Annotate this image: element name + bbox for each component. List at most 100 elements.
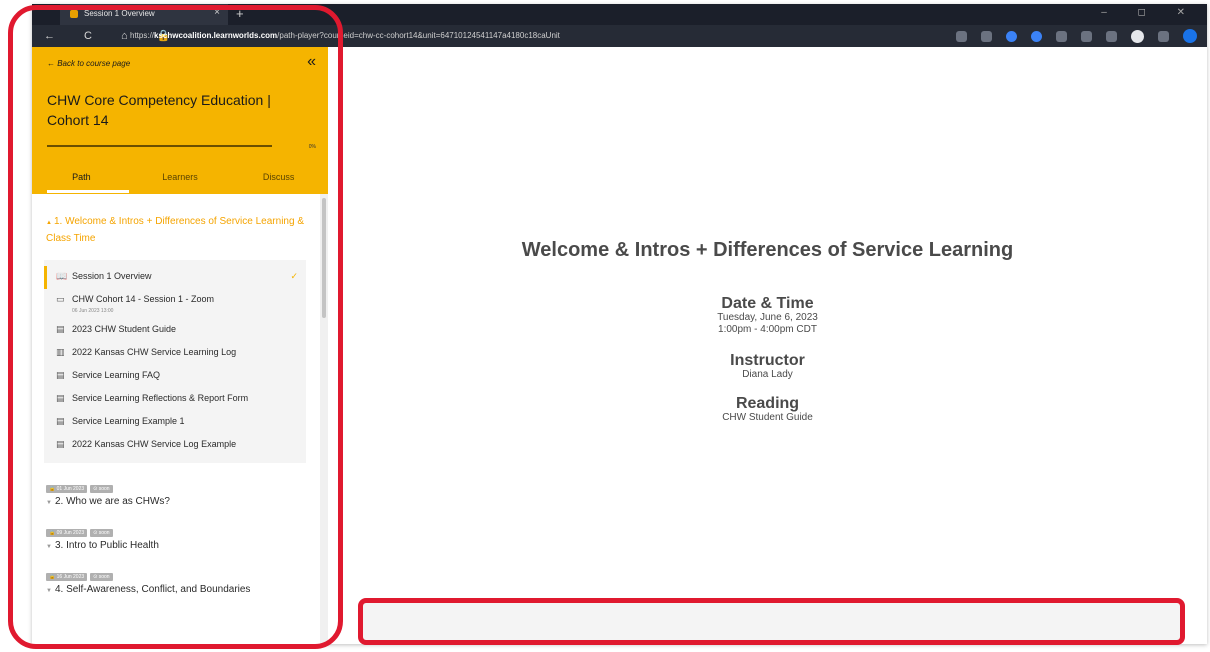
extension-icon[interactable] bbox=[1056, 30, 1067, 42]
sidebar-scrollbar[interactable] bbox=[320, 194, 328, 644]
reading-block: Reading CHW Student Guide bbox=[328, 395, 1207, 424]
date-time-block: Date & Time Tuesday, June 6, 2023 1:00pm… bbox=[328, 295, 1207, 336]
back-to-course-link[interactable]: ← Back to course page bbox=[47, 59, 313, 68]
instructor-label: Instructor bbox=[730, 352, 805, 369]
pdf-icon: ▤ bbox=[56, 324, 65, 334]
unit-content: Welcome & Intros + Differences of Servic… bbox=[328, 47, 1207, 644]
sidebar-tabs: Path Learners Discuss bbox=[32, 172, 328, 182]
extension-icons bbox=[956, 28, 1197, 44]
section-1-title-text: 1. Welcome & Intros + Differences of Ser… bbox=[46, 216, 304, 244]
section-4-title[interactable]: ▼ 4. Self-Awareness, Conflict, and Bounda… bbox=[46, 584, 306, 595]
section-1-items: 📖 Session 1 Overview ✓ ▭ CHW Cohort 14 - S… bbox=[44, 260, 306, 463]
profile-avatar[interactable] bbox=[1131, 29, 1144, 43]
item-label: CHW Cohort 14 - Session 1 - Zoom bbox=[72, 294, 215, 304]
more-icon[interactable] bbox=[1158, 30, 1169, 42]
list-item-zoom-session[interactable]: ▭ CHW Cohort 14 - Session 1 - Zoom 06 Jun… bbox=[44, 289, 306, 319]
extension-icon[interactable] bbox=[1006, 30, 1017, 42]
favorite-icon[interactable] bbox=[981, 30, 992, 42]
extension-icon[interactable] bbox=[1031, 30, 1042, 42]
progress-percent: 0% bbox=[308, 144, 316, 150]
tab-discuss[interactable]: Discuss bbox=[229, 172, 328, 182]
refresh-icon[interactable] bbox=[1106, 30, 1117, 42]
date-badge: 🔒 01 Jun 2023 bbox=[46, 485, 88, 493]
section-1[interactable]: ▲ 1. Welcome & Intros + Differences of Se… bbox=[32, 194, 320, 246]
section-badges: 🔒 09 Jun 2023 ⊙ soon bbox=[46, 529, 306, 537]
time-value: 1:00pm - 4:00pm CDT bbox=[718, 324, 817, 335]
tab-title: Session 1 Overview bbox=[84, 9, 155, 18]
list-item-service-learning-faq[interactable]: ▤ Service Learning FAQ bbox=[44, 365, 306, 388]
list-item-service-learning-example-1[interactable]: ▤ Service Learning Example 1 bbox=[44, 411, 306, 434]
list-item-reflections-report-form[interactable]: ▤ Service Learning Reflections & Report F… bbox=[44, 388, 306, 411]
collapse-sidebar-icon[interactable]: « bbox=[307, 53, 316, 71]
tab-bar: Session 1 Overview × + – ◻ ✕ bbox=[32, 4, 1207, 25]
next-button[interactable]: next › bbox=[768, 608, 1176, 637]
read-aloud-icon[interactable] bbox=[956, 30, 967, 42]
caret-up-icon: ▲ bbox=[46, 220, 52, 226]
caret-down-icon: ▼ bbox=[46, 588, 52, 594]
date-time-label: Date & Time bbox=[721, 295, 814, 312]
section-4[interactable]: 🔒 16 Jun 2023 ⊙ soon ▼ 4. Self-Awareness,… bbox=[32, 573, 320, 595]
date-value: Tuesday, June 6, 2023 bbox=[717, 312, 818, 323]
active-tab-indicator bbox=[47, 190, 129, 193]
item-datetime: 06 Jun 2023 13:00 bbox=[72, 308, 114, 314]
progress-bar bbox=[47, 145, 272, 147]
section-badges: 🔒 16 Jun 2023 ⊙ soon bbox=[46, 573, 306, 581]
instructor-block: Instructor Diana Lady bbox=[328, 352, 1207, 381]
instructor-value: Diana Lady bbox=[742, 369, 793, 380]
date-badge: 🔒 16 Jun 2023 bbox=[46, 573, 88, 581]
item-label: Service Learning Example 1 bbox=[72, 416, 185, 426]
status-badge: ⊙ soon bbox=[90, 573, 113, 581]
section-title-text: 4. Self-Awareness, Conflict, and Boundar… bbox=[54, 584, 251, 595]
reading-value: CHW Student Guide bbox=[722, 412, 813, 423]
item-label: Service Learning Reflections & Report Fo… bbox=[72, 393, 249, 403]
caret-down-icon: ▼ bbox=[46, 500, 52, 506]
tab-close-icon[interactable]: × bbox=[214, 7, 220, 18]
url-host: kschwcoalition.learnworlds.com bbox=[154, 31, 278, 40]
pdf-icon: ▤ bbox=[56, 439, 65, 449]
check-icon: ✓ bbox=[290, 271, 298, 281]
section-3[interactable]: 🔒 09 Jun 2023 ⊙ soon ▼ 3. Intro to Public… bbox=[32, 529, 320, 551]
extension-icon[interactable] bbox=[1081, 30, 1092, 42]
item-label: Session 1 Overview bbox=[72, 271, 152, 281]
section-2-title[interactable]: ▼ 2. Who we are as CHWs? bbox=[46, 496, 306, 507]
item-label: Service Learning FAQ bbox=[72, 370, 161, 380]
address-bar: ← C ⌂ 🔒 https://kschwcoalition.learnworl… bbox=[32, 25, 1207, 47]
section-badges: 🔒 01 Jun 2023 ⊙ soon bbox=[46, 485, 306, 493]
item-label: 2022 Kansas CHW Service Learning Log bbox=[72, 347, 237, 357]
window-controls[interactable]: – ◻ ✕ bbox=[1101, 7, 1199, 18]
tab-session-1-overview[interactable]: Session 1 Overview × bbox=[60, 4, 228, 25]
new-tab-button[interactable]: + bbox=[236, 6, 244, 21]
reading-label: Reading bbox=[735, 395, 800, 412]
list-item-student-guide[interactable]: ▤ 2023 CHW Student Guide bbox=[44, 319, 306, 342]
previous-button[interactable]: ‹ previous bbox=[360, 608, 768, 637]
sidebar-path-list: ▲ 1. Welcome & Intros + Differences of Se… bbox=[32, 194, 320, 644]
book-icon: 📖 bbox=[56, 271, 68, 281]
pdf-icon: ▤ bbox=[56, 393, 65, 403]
section-2[interactable]: 🔒 01 Jun 2023 ⊙ soon ▼ 2. Who we are as C… bbox=[32, 485, 320, 507]
favicon-icon bbox=[70, 10, 78, 18]
item-label: 2023 CHW Student Guide bbox=[72, 324, 177, 334]
pdf-icon: ▤ bbox=[56, 416, 65, 426]
list-item-service-learning-log[interactable]: ▥ 2022 Kansas CHW Service Learning Log bbox=[44, 342, 306, 365]
url-prefix: https:// bbox=[130, 31, 155, 40]
page-title: Welcome & Intros + Differences of Servic… bbox=[521, 239, 1014, 261]
pdf-icon: ▤ bbox=[56, 370, 65, 380]
caret-down-icon: ▼ bbox=[46, 544, 52, 550]
word-doc-icon: ▥ bbox=[56, 347, 65, 357]
browser-window: Session 1 Overview × + – ◻ ✕ ← C ⌂ 🔒 htt… bbox=[32, 4, 1207, 644]
status-badge: ⊙ soon bbox=[90, 529, 113, 537]
scrollbar-thumb[interactable] bbox=[322, 198, 326, 318]
section-3-title[interactable]: ▼ 3. Intro to Public Health bbox=[46, 540, 306, 551]
course-title: CHW Core Competency Education | Cohort 1… bbox=[47, 92, 271, 128]
list-item-service-log-example[interactable]: ▤ 2022 Kansas CHW Service Log Example bbox=[44, 434, 306, 457]
url-field[interactable]: https://kschwcoalition.learnworlds.com/p… bbox=[124, 28, 904, 44]
section-title-text: 2. Who we are as CHWs? bbox=[54, 496, 170, 507]
pager: ‹ previous next › bbox=[360, 607, 1175, 637]
list-item-session-1-overview[interactable]: 📖 Session 1 Overview ✓ bbox=[44, 266, 306, 289]
bing-icon[interactable] bbox=[1183, 29, 1197, 43]
tab-path[interactable]: Path bbox=[32, 172, 131, 182]
tab-learners[interactable]: Learners bbox=[131, 172, 230, 182]
sidebar-header: ← Back to course page « CHW Core Compete… bbox=[32, 47, 328, 194]
item-label: 2022 Kansas CHW Service Log Example bbox=[72, 439, 237, 449]
section-1-title[interactable]: ▲ 1. Welcome & Intros + Differences of Se… bbox=[46, 214, 306, 246]
